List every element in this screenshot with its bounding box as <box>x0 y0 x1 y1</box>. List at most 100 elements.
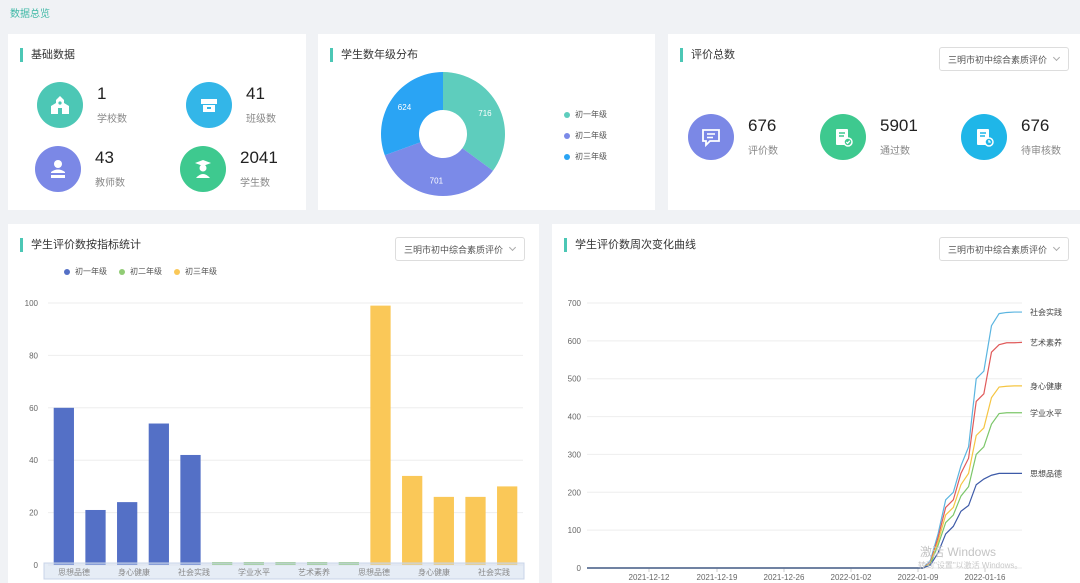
weekly-chart-card: 学生评价数周次变化曲线 三明市初中综合素质评价 0 100 200 300 400 500… <box>552 224 1080 583</box>
y-tick-label: 20 <box>29 509 38 518</box>
pending-count: 676 <box>1021 116 1050 135</box>
stat-approved: 5901 通过数 <box>820 114 918 160</box>
select-value: 三明市初中综合素质评价 <box>948 244 1048 255</box>
legend-item[interactable]: 初三年级 <box>174 266 217 277</box>
basic-data-card: 基础数据 1 学校数 41 班级数 43 教师数 2041 学生数 <box>8 34 306 210</box>
legend-label: 初二年级 <box>130 267 162 276</box>
student-label: 学生数 <box>240 178 270 189</box>
grade-distribution-title: 学生数年级分布 <box>330 48 418 62</box>
stat-eval: 676 评价数 <box>688 114 778 160</box>
zoom-slider <box>43 562 525 580</box>
indicator-chart-card: 学生评价数按指标统计 三明市初中综合素质评价 初一年级 初二年级 初三年级 0 2… <box>8 224 539 583</box>
bar <box>433 496 454 565</box>
school-label: 学校数 <box>97 114 127 125</box>
series-end-label: 社会实践 <box>1030 307 1062 317</box>
series-end-label: 学业水平 <box>1030 408 1062 418</box>
weekly-scheme-select[interactable]: 三明市初中综合素质评价 <box>939 237 1069 261</box>
pie-slice-label: 701 <box>430 177 444 186</box>
bar <box>497 486 518 565</box>
grade-distribution-card: 学生数年级分布 716 701 624 初一年级 初二年级 初三年级 <box>318 34 655 210</box>
x-tick-label: 2021-12-26 <box>764 573 805 582</box>
legend-item[interactable]: 初一年级 <box>64 266 107 277</box>
weekly-line-chart: 0 100 200 300 400 500 600 700 2021-12-12 2021-12-… <box>568 299 1062 582</box>
bar <box>402 475 423 565</box>
select-value: 三明市初中综合素质评价 <box>948 54 1048 65</box>
bar <box>180 454 201 565</box>
legend-item[interactable]: 初一年级 <box>564 104 607 125</box>
indicator-chart-title: 学生评价数按指标统计 <box>20 238 141 252</box>
student-icon <box>180 146 226 192</box>
x-tick-label: 思想品德 <box>358 567 390 577</box>
x-tick-label: 学业水平 <box>238 567 270 577</box>
pie-slice-label: 716 <box>478 109 492 118</box>
series-line <box>587 385 1022 569</box>
x-tick-label: 2021-12-19 <box>697 573 738 582</box>
legend-label: 初三年级 <box>185 267 217 276</box>
legend-item[interactable]: 初二年级 <box>564 125 607 146</box>
indicator-legend: 初一年级 初二年级 初三年级 <box>64 266 229 277</box>
select-value: 三明市初中综合素质评价 <box>404 244 504 255</box>
chevron-down-icon <box>1052 243 1061 252</box>
y-tick-label: 700 <box>568 299 582 308</box>
pending-doc-icon <box>961 114 1007 160</box>
student-count: 2041 <box>240 148 278 167</box>
x-tick-label: 社会实践 <box>178 567 210 577</box>
pending-label: 待审核数 <box>1021 146 1061 157</box>
y-tick-label: 400 <box>568 413 582 422</box>
class-label: 班级数 <box>246 114 276 125</box>
bar <box>148 423 169 565</box>
y-tick-label: 40 <box>29 456 38 465</box>
indicator-scheme-select[interactable]: 三明市初中综合素质评价 <box>395 237 525 261</box>
grade-donut-chart: 716 701 624 <box>381 72 505 196</box>
y-tick-label: 80 <box>29 351 38 360</box>
series-line <box>587 341 1023 569</box>
x-tick-label: 2021-12-12 <box>629 573 670 582</box>
approved-count: 5901 <box>880 116 918 135</box>
school-count: 1 <box>97 84 107 103</box>
eval-scheme-select[interactable]: 三明市初中综合素质评价 <box>939 47 1069 71</box>
y-tick-label: 60 <box>29 404 38 413</box>
indicator-bar-chart: 0 20 40 60 80 100 思想品德 身心健康 社会实践 学业水平 艺术素养 思想品德 身心健康… <box>25 299 525 580</box>
page-title: 数据总览 <box>10 9 50 20</box>
y-tick-label: 100 <box>568 526 582 535</box>
legend-label: 初一年级 <box>575 110 607 119</box>
stat-teacher: 43 教师数 <box>35 146 125 192</box>
weekly-chart-title: 学生评价数周次变化曲线 <box>564 238 696 252</box>
series-end-label: 思想品德 <box>1030 468 1062 478</box>
bar <box>85 509 106 565</box>
x-tick-label: 社会实践 <box>478 567 510 577</box>
chevron-down-icon <box>508 243 517 252</box>
approved-doc-icon <box>820 114 866 160</box>
school-icon <box>37 82 83 128</box>
teacher-count: 43 <box>95 148 114 167</box>
y-tick-label: 500 <box>568 375 582 384</box>
eval-count: 676 <box>748 116 777 135</box>
bar <box>465 496 486 565</box>
pie-slice <box>443 72 505 171</box>
legend-item[interactable]: 初二年级 <box>119 266 162 277</box>
x-tick-label: 2022-01-02 <box>831 573 872 582</box>
teacher-icon <box>35 146 81 192</box>
stat-student: 2041 学生数 <box>180 146 278 192</box>
y-tick-label: 200 <box>568 488 582 497</box>
class-count: 41 <box>246 84 265 103</box>
grade-legend: 初一年级 初二年级 初三年级 <box>564 104 607 167</box>
series-line <box>587 311 1022 569</box>
y-tick-label: 0 <box>34 561 39 570</box>
bar <box>370 305 391 565</box>
legend-item[interactable]: 初三年级 <box>564 146 607 167</box>
y-tick-label: 300 <box>568 450 582 459</box>
approved-label: 通过数 <box>880 146 910 157</box>
basic-data-title: 基础数据 <box>20 48 75 62</box>
x-tick-label: 思想品德 <box>58 567 90 577</box>
pie-slice <box>381 72 443 156</box>
teacher-label: 教师数 <box>95 178 125 189</box>
eval-total-card: 评价总数 三明市初中综合素质评价 676 评价数 5901 通过数 676 待审… <box>668 34 1080 210</box>
windows-activation-hint: 转到"设置"以激活 Windows。 <box>918 561 1023 570</box>
comment-icon <box>688 114 734 160</box>
bar <box>117 502 138 565</box>
x-tick-label: 2022-01-16 <box>965 573 1006 582</box>
y-tick-label: 0 <box>577 564 582 573</box>
x-tick-label: 身心健康 <box>118 567 150 577</box>
y-tick-label: 600 <box>568 337 582 346</box>
